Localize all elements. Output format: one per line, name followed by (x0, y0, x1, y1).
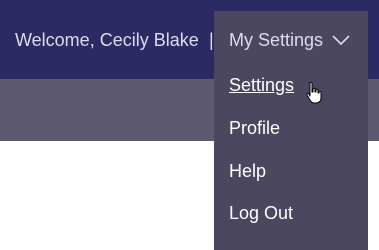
hand-cursor-icon (306, 81, 322, 104)
menu-item-settings[interactable]: Settings (229, 74, 294, 96)
menu-item-log-out[interactable]: Log Out (229, 202, 293, 224)
my-settings-button[interactable]: My Settings (229, 29, 350, 51)
my-settings-label: My Settings (229, 29, 324, 50)
chevron-down-icon (332, 35, 350, 46)
menu-item-profile[interactable]: Profile (229, 117, 280, 139)
settings-dropdown: My Settings Settings Profile Help Log Ou… (214, 11, 368, 250)
header-separator: | (209, 30, 214, 50)
welcome-message: Welcome, Cecily Blake (15, 30, 199, 50)
menu-item-help[interactable]: Help (229, 160, 266, 182)
